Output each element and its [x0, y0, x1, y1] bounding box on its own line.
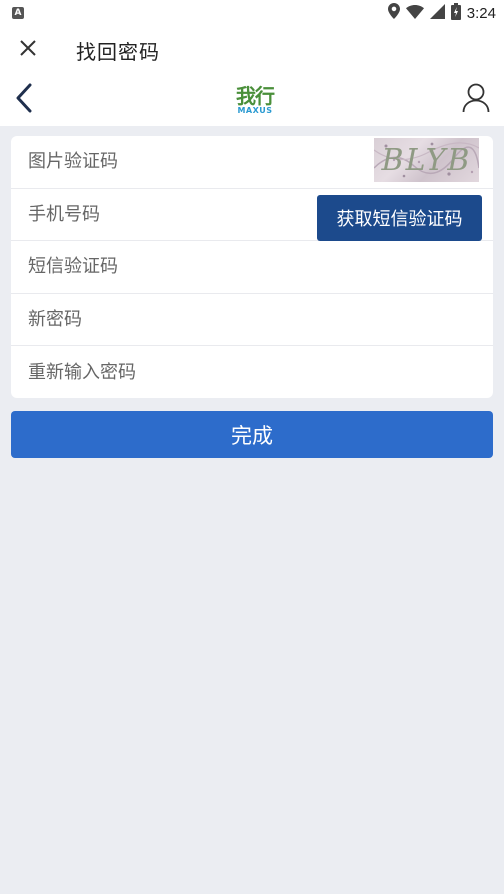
status-left: A	[12, 7, 24, 19]
phone-row: 获取短信验证码	[11, 189, 493, 241]
image-code-row: BLYB	[11, 136, 493, 189]
done-button[interactable]: 完成	[11, 411, 493, 458]
user-icon	[462, 83, 490, 117]
nav-bar: 我行 MAXUS	[0, 74, 504, 126]
captcha-text: BLYB	[381, 142, 472, 178]
new-password-row	[11, 294, 493, 346]
user-button[interactable]	[448, 74, 504, 126]
image-code-input[interactable]	[28, 141, 318, 182]
confirm-password-row	[11, 346, 493, 398]
signal-icon	[429, 3, 445, 23]
sms-code-input[interactable]	[28, 246, 318, 287]
phone-input[interactable]	[28, 194, 318, 235]
new-password-input[interactable]	[28, 299, 318, 340]
get-sms-code-button[interactable]: 获取短信验证码	[317, 194, 482, 241]
wifi-icon	[405, 4, 424, 23]
sms-code-row	[11, 241, 493, 294]
logo-en: MAXUS	[237, 105, 273, 115]
logo-cn: 我行	[236, 83, 275, 108]
close-icon	[19, 39, 37, 61]
status-time: 3:24	[466, 4, 496, 22]
reset-password-form: BLYB 获取短信验证码	[11, 136, 493, 398]
battery-charging-icon	[450, 2, 461, 24]
maxus-logo: 我行 MAXUS	[236, 83, 275, 115]
title-bar: 找回密码	[0, 26, 504, 74]
page-title: 找回密码	[76, 39, 160, 64]
captcha-image[interactable]: BLYB	[374, 138, 479, 182]
status-bar: A 3:24	[0, 0, 504, 26]
chevron-left-icon	[15, 83, 33, 117]
status-right: 3:24	[387, 2, 496, 24]
back-button[interactable]	[0, 74, 48, 126]
confirm-password-input[interactable]	[28, 352, 318, 393]
notification-icon: A	[12, 7, 24, 19]
close-button[interactable]	[0, 26, 56, 74]
location-icon	[387, 3, 400, 23]
